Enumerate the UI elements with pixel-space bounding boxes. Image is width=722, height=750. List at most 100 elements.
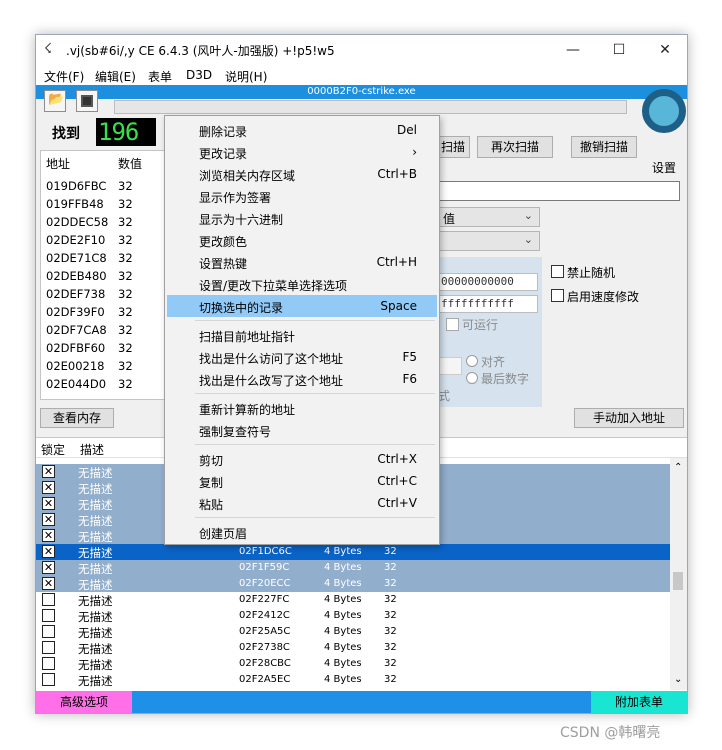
address-row[interactable]: 02E044D0 32: [46, 377, 166, 395]
context-menu-item[interactable]: 找出是什么访问了这个地址 F5: [167, 346, 437, 368]
cheat-table-row[interactable]: 无描述 02F2A5EC 4 Bytes 32: [36, 672, 672, 688]
value-cell: 32: [118, 251, 133, 265]
scroll-thumb[interactable]: [673, 572, 683, 590]
vertical-scrollbar[interactable]: ⌃ ⌄: [670, 458, 687, 690]
menu-edit[interactable]: 编辑(E): [95, 68, 136, 85]
menu-d3d[interactable]: D3D: [186, 68, 212, 82]
speedhack-checkbox[interactable]: [551, 289, 564, 302]
lock-checkbox[interactable]: [42, 641, 55, 654]
menu-item-label: 设置/更改下拉菜单选择选项: [199, 279, 348, 293]
context-menu-item[interactable]: 删除记录 Del: [167, 119, 437, 141]
context-menu-item[interactable]: 复制 Ctrl+C: [167, 470, 437, 492]
menu-file[interactable]: 文件(F): [44, 68, 84, 85]
menu-item-label: 扫描目前地址指针: [199, 330, 296, 344]
context-menu-item[interactable]: 重新计算新的地址: [167, 397, 437, 419]
address-row[interactable]: 02DFBF60 32: [46, 341, 166, 359]
address-row[interactable]: 02DE71C8 32: [46, 251, 166, 269]
maximize-button[interactable]: ☐: [596, 35, 642, 65]
cheat-table-row[interactable]: 无描述 02F25A5C 4 Bytes 32: [36, 624, 672, 640]
add-address-manually-button[interactable]: 手动加入地址: [574, 408, 684, 428]
fast-scan-field[interactable]: [438, 357, 462, 375]
context-menu-item[interactable]: 显示为十六进制: [167, 207, 437, 229]
address-list[interactable]: 地址 数值 019D6FBC 32 019FFB48 32 02DDEC58 32 02DE…: [40, 150, 166, 400]
minimize-button[interactable]: —: [550, 35, 596, 65]
table-extras-button[interactable]: 附加表单: [591, 691, 687, 713]
context-menu-item[interactable]: 强制复查符号: [167, 419, 437, 441]
cheat-table-row[interactable]: ✕ 无描述 02F1DC6C 4 Bytes 32: [36, 544, 672, 560]
col-description[interactable]: 描述: [80, 441, 104, 458]
lock-checkbox[interactable]: ✕: [42, 513, 55, 526]
address-row[interactable]: 02DEF738 32: [46, 287, 166, 305]
context-menu-item[interactable]: 设置/更改下拉菜单选择选项: [167, 273, 437, 295]
lock-checkbox[interactable]: ✕: [42, 481, 55, 494]
start-address-field[interactable]: 00000000000: [438, 273, 538, 291]
col-address[interactable]: 地址: [46, 155, 70, 172]
app-icon: ☇: [44, 41, 53, 57]
scroll-down-icon[interactable]: ⌄: [674, 674, 682, 685]
menu-table[interactable]: 表单: [148, 68, 172, 85]
address-row[interactable]: 02DEB480 32: [46, 269, 166, 287]
lock-checkbox[interactable]: ✕: [42, 497, 55, 510]
context-menu-item[interactable]: 显示作为签署: [167, 185, 437, 207]
context-menu-item[interactable]: 切换选中的记录 Space: [167, 295, 437, 317]
value-cell: 32: [118, 305, 133, 319]
value-type-combo[interactable]: 值 ⌄: [438, 207, 540, 227]
context-menu-item[interactable]: 粘贴 Ctrl+V: [167, 492, 437, 514]
address-row[interactable]: 02DE2F10 32: [46, 233, 166, 251]
lock-checkbox[interactable]: ✕: [42, 529, 55, 542]
context-menu-item[interactable]: 剪切 Ctrl+X: [167, 448, 437, 470]
lock-checkbox[interactable]: ✕: [42, 561, 55, 574]
address-row[interactable]: 019FFB48 32: [46, 197, 166, 215]
scroll-up-icon[interactable]: ⌃: [674, 462, 682, 473]
advanced-options-button[interactable]: 高级选项: [36, 691, 132, 713]
address-row[interactable]: 02DF39F0 32: [46, 305, 166, 323]
cheat-table-row[interactable]: ✕ 无描述 02F1F59C 4 Bytes 32: [36, 560, 672, 576]
menu-help[interactable]: 说明(H): [225, 68, 267, 85]
last-digits-radio[interactable]: [466, 372, 478, 384]
context-menu-item[interactable]: 更改颜色: [167, 229, 437, 251]
address-row[interactable]: 02DDEC58 32: [46, 215, 166, 233]
col-lock[interactable]: 锁定: [41, 441, 65, 458]
open-process-button[interactable]: 📂: [44, 90, 66, 112]
cheat-table-row[interactable]: 无描述 02F2738C 4 Bytes 32: [36, 640, 672, 656]
address-row[interactable]: 02E00218 32: [46, 359, 166, 377]
lock-checkbox[interactable]: [42, 657, 55, 670]
settings-label[interactable]: 设置: [652, 159, 676, 176]
lock-checkbox[interactable]: ✕: [42, 465, 55, 478]
cheat-engine-logo[interactable]: [642, 89, 686, 133]
lock-checkbox[interactable]: [42, 625, 55, 638]
next-scan-button[interactable]: 再次扫描: [477, 136, 553, 158]
address-cell: 019FFB48: [46, 197, 104, 211]
view-memory-button[interactable]: 查看内存: [40, 408, 114, 428]
cheat-table-row[interactable]: 无描述 02F28CBC 4 Bytes 32: [36, 656, 672, 672]
context-menu: 删除记录 Del 更改记录 › 浏览相关内存区域 Ctrl+B 显示作为签署 显示为十六进制更…: [164, 115, 440, 545]
context-menu-item[interactable]: 找出是什么改写了这个地址 F6: [167, 368, 437, 390]
context-menu-item[interactable]: 扫描目前地址指针: [167, 324, 437, 346]
executable-checkbox[interactable]: [446, 318, 459, 331]
address-row[interactable]: 019D6FBC 32: [46, 179, 166, 197]
first-scan-button[interactable]: 扫描: [436, 136, 470, 158]
address-row[interactable]: 02DF7CA8 32: [46, 323, 166, 341]
lock-checkbox[interactable]: [42, 593, 55, 606]
cheat-table-row[interactable]: 无描述 02F2412C 4 Bytes 32: [36, 608, 672, 624]
scan-value-input[interactable]: [438, 181, 680, 201]
close-button[interactable]: ✕: [642, 35, 687, 65]
address-cell: 02F2A5EC: [239, 674, 291, 685]
col-value[interactable]: 数值: [118, 155, 142, 172]
disable-random-checkbox[interactable]: [551, 265, 564, 278]
context-menu-item[interactable]: 更改记录 ›: [167, 141, 437, 163]
undo-scan-button[interactable]: 撤销扫描: [571, 136, 637, 158]
save-button[interactable]: [76, 90, 98, 112]
lock-checkbox[interactable]: [42, 673, 55, 686]
lock-checkbox[interactable]: ✕: [42, 545, 55, 558]
scan-type-combo[interactable]: ⌄: [438, 231, 540, 251]
lock-checkbox[interactable]: ✕: [42, 577, 55, 590]
align-radio[interactable]: [466, 355, 478, 367]
context-menu-item[interactable]: 设置热键 Ctrl+H: [167, 251, 437, 273]
cheat-table-row[interactable]: 无描述 02F227FC 4 Bytes 32: [36, 592, 672, 608]
lock-checkbox[interactable]: [42, 609, 55, 622]
context-menu-item[interactable]: 浏览相关内存区域 Ctrl+B: [167, 163, 437, 185]
cheat-table-row[interactable]: ✕ 无描述 02F20ECC 4 Bytes 32: [36, 576, 672, 592]
stop-address-field[interactable]: fffffffffff: [438, 295, 538, 313]
context-menu-item[interactable]: 创建页眉: [167, 521, 437, 543]
